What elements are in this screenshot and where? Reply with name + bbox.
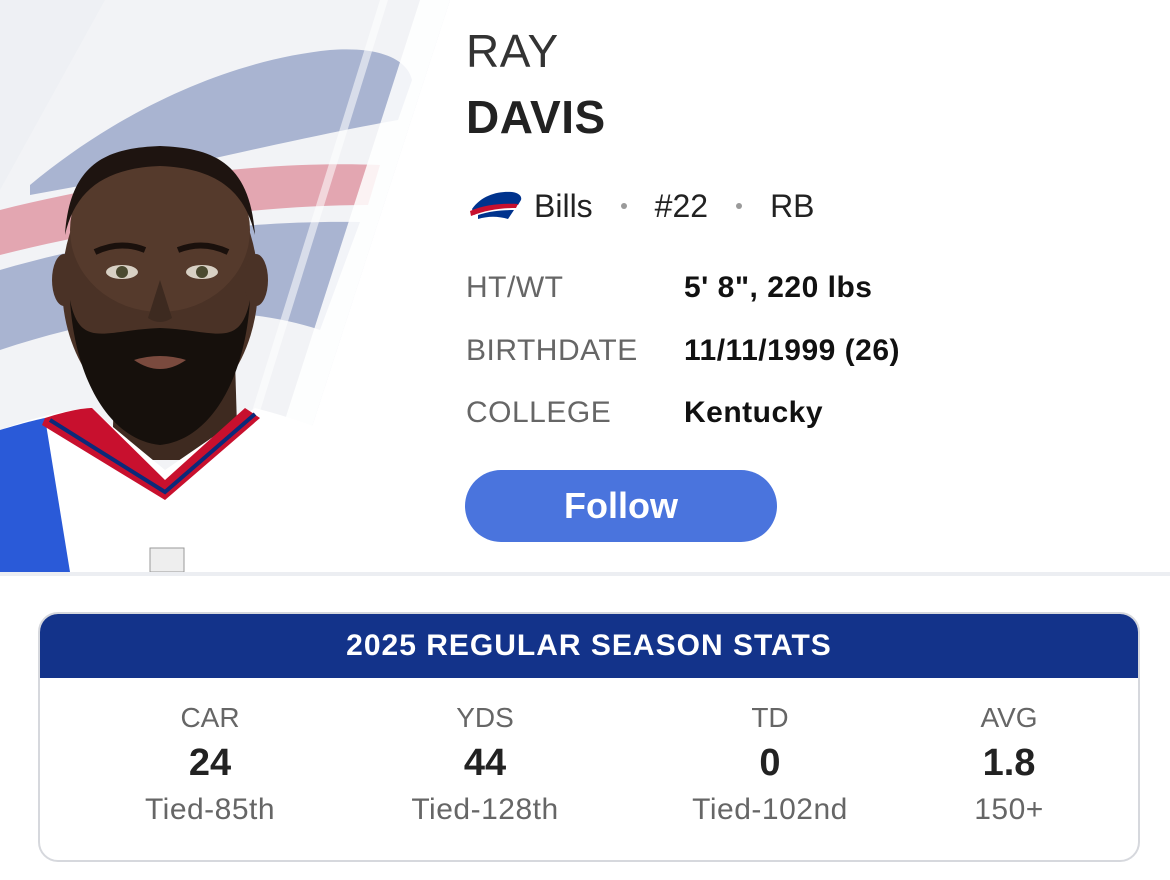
season-stats-card: 2025 REGULAR SEASON STATS CAR 24 Tied-85… — [38, 612, 1140, 862]
stat-label: YDS — [456, 702, 514, 733]
player-position: RB — [770, 187, 815, 224]
stat-average: AVG 1.8 150+ — [889, 698, 1129, 832]
jersey-number: #22 — [654, 187, 709, 224]
info-row-birthdate: BIRTHDATE 11/11/1999 (26) — [466, 331, 900, 371]
info-label: HT/WT — [466, 271, 564, 304]
info-row-college: COLLEGE Kentucky — [466, 393, 823, 433]
separator-dot — [620, 203, 627, 209]
bills-buffalo-logo-icon[interactable] — [468, 189, 524, 223]
info-value: Kentucky — [684, 396, 824, 429]
stat-touchdowns: TD 0 Tied-102nd — [650, 698, 890, 832]
stat-rank: 150+ — [974, 793, 1044, 826]
stat-yards: YDS 44 Tied-128th — [365, 698, 605, 832]
info-value: 11/11/1999 (26) — [684, 334, 901, 367]
player-header: RAY DAVIS Bills #22 RB HT/WT 5' 8", 220 … — [0, 0, 1170, 572]
separator-dot — [736, 203, 743, 209]
stat-value: 0 — [759, 742, 781, 784]
info-label: BIRTHDATE — [466, 334, 638, 367]
stat-carries: CAR 24 Tied-85th — [90, 698, 330, 832]
stat-rank: Tied-128th — [411, 793, 559, 826]
player-last-name: DAVIS — [466, 91, 606, 143]
info-row-height-weight: HT/WT 5' 8", 220 lbs — [466, 268, 872, 308]
stat-rank: Tied-102nd — [692, 793, 848, 826]
stat-label: CAR — [180, 702, 240, 733]
stat-value: 44 — [463, 742, 507, 784]
info-label: COLLEGE — [466, 396, 612, 429]
info-value: 5' 8", 220 lbs — [684, 271, 873, 304]
stat-label: TD — [751, 702, 789, 733]
team-line: Bills #22 RB — [468, 184, 815, 228]
stat-value: 24 — [188, 742, 232, 784]
stat-rank: Tied-85th — [144, 793, 276, 826]
player-first-name: RAY — [466, 25, 559, 77]
team-name[interactable]: Bills — [534, 188, 593, 225]
stat-label: AVG — [980, 702, 1038, 733]
player-headshot — [0, 0, 470, 572]
stats-grid: CAR 24 Tied-85th YDS 44 Tied-128th TD 0 … — [40, 678, 1138, 860]
section-divider — [0, 572, 1170, 576]
stat-value: 1.8 — [982, 742, 1036, 784]
follow-button[interactable]: Follow — [465, 470, 777, 542]
player-photo-area — [0, 0, 480, 572]
stats-title: 2025 REGULAR SEASON STATS — [40, 614, 1138, 678]
